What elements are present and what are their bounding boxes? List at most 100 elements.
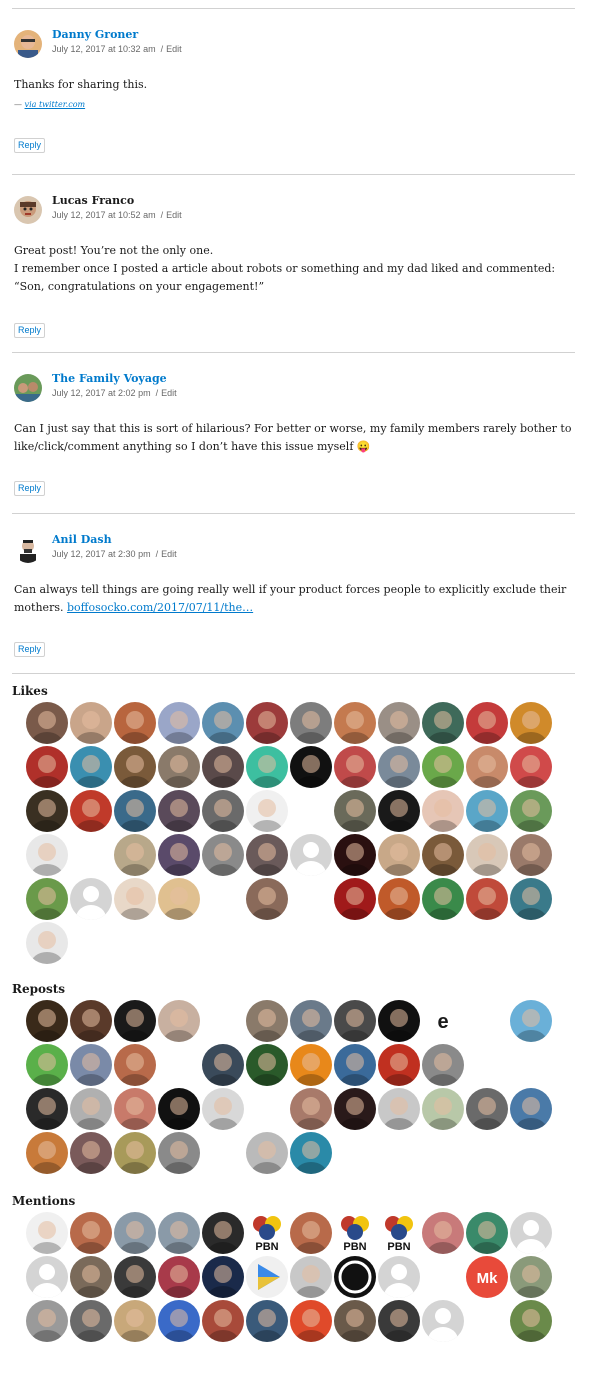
facepile-avatar[interactable] — [158, 1132, 200, 1174]
edit-link[interactable]: Edit — [166, 44, 182, 54]
facepile-avatar[interactable] — [158, 790, 200, 832]
facepile-avatar[interactable]: Mk — [466, 1256, 508, 1298]
facepile-avatar[interactable] — [70, 878, 112, 920]
facepile-avatar[interactable] — [158, 1300, 200, 1342]
facepile-avatar[interactable] — [246, 1300, 288, 1342]
facepile-avatar[interactable] — [114, 702, 156, 744]
facepile-avatar[interactable] — [202, 702, 244, 744]
edit-link[interactable]: Edit — [161, 549, 177, 559]
facepile-avatar[interactable]: e — [422, 1000, 464, 1042]
facepile-avatar[interactable] — [466, 1212, 508, 1254]
facepile-avatar[interactable] — [290, 1088, 332, 1130]
comment-date[interactable]: July 12, 2017 at 10:32 am — [52, 44, 156, 54]
facepile-avatar[interactable] — [378, 1300, 420, 1342]
facepile-avatar[interactable] — [26, 1300, 68, 1342]
facepile-avatar[interactable] — [334, 878, 376, 920]
facepile-avatar[interactable] — [510, 834, 552, 876]
facepile-avatar[interactable] — [378, 1044, 420, 1086]
facepile-avatar[interactable] — [26, 790, 68, 832]
reply-button[interactable]: Reply — [14, 642, 46, 657]
facepile-avatar[interactable] — [202, 1212, 244, 1254]
avatar[interactable] — [14, 196, 42, 224]
facepile-avatar[interactable] — [26, 1256, 68, 1298]
facepile-avatar[interactable] — [26, 1044, 68, 1086]
facepile-avatar[interactable] — [114, 1088, 156, 1130]
avatar[interactable] — [14, 30, 42, 58]
facepile-avatar[interactable] — [70, 746, 112, 788]
facepile-avatar[interactable] — [378, 1256, 420, 1298]
facepile-avatar[interactable] — [466, 702, 508, 744]
facepile-avatar[interactable] — [158, 702, 200, 744]
facepile-avatar[interactable] — [334, 702, 376, 744]
facepile-avatar[interactable] — [246, 746, 288, 788]
facepile-avatar[interactable] — [246, 790, 288, 832]
facepile-avatar[interactable] — [202, 1256, 244, 1298]
reply-button[interactable]: Reply — [14, 481, 46, 496]
facepile-avatar[interactable] — [466, 834, 508, 876]
facepile-avatar[interactable] — [26, 834, 68, 876]
facepile-avatar[interactable] — [510, 1300, 552, 1342]
facepile-avatar[interactable] — [246, 834, 288, 876]
facepile-avatar[interactable] — [378, 790, 420, 832]
facepile-avatar[interactable] — [378, 1000, 420, 1042]
facepile-avatar[interactable] — [510, 1000, 552, 1042]
facepile-avatar[interactable] — [70, 1212, 112, 1254]
comment-date[interactable]: July 12, 2017 at 10:52 am — [52, 210, 156, 220]
facepile-avatar[interactable] — [26, 1088, 68, 1130]
facepile-avatar[interactable] — [466, 790, 508, 832]
facepile-avatar[interactable] — [202, 1088, 244, 1130]
facepile-avatar[interactable] — [202, 790, 244, 832]
facepile-avatar[interactable] — [114, 790, 156, 832]
facepile-avatar[interactable] — [466, 746, 508, 788]
comment-author-link[interactable]: Anil Dash — [52, 533, 112, 546]
facepile-avatar[interactable] — [114, 1000, 156, 1042]
facepile-avatar[interactable] — [158, 1000, 200, 1042]
facepile-avatar[interactable] — [422, 702, 464, 744]
comment-date[interactable]: July 12, 2017 at 2:30 pm — [52, 549, 151, 559]
facepile-avatar[interactable] — [422, 1212, 464, 1254]
facepile-avatar[interactable] — [246, 1044, 288, 1086]
facepile-avatar[interactable] — [378, 1088, 420, 1130]
facepile-avatar[interactable] — [158, 1212, 200, 1254]
facepile-avatar[interactable] — [114, 1256, 156, 1298]
facepile-avatar[interactable] — [334, 1256, 376, 1298]
facepile-avatar[interactable] — [114, 1212, 156, 1254]
facepile-avatar[interactable] — [70, 1088, 112, 1130]
comment-date[interactable]: July 12, 2017 at 2:02 pm — [52, 388, 151, 398]
facepile-avatar[interactable] — [26, 1212, 68, 1254]
facepile-avatar[interactable] — [422, 790, 464, 832]
facepile-avatar[interactable] — [70, 1000, 112, 1042]
facepile-avatar[interactable] — [422, 746, 464, 788]
facepile-avatar[interactable] — [334, 1300, 376, 1342]
facepile-avatar[interactable] — [70, 702, 112, 744]
facepile-avatar[interactable] — [26, 746, 68, 788]
facepile-avatar[interactable] — [202, 1044, 244, 1086]
facepile-avatar[interactable] — [114, 1132, 156, 1174]
facepile-avatar[interactable] — [422, 1088, 464, 1130]
comment-author-link[interactable]: Danny Groner — [52, 28, 138, 41]
facepile-avatar[interactable] — [246, 702, 288, 744]
via-link[interactable]: via twitter.com — [25, 100, 86, 109]
facepile-avatar[interactable] — [158, 878, 200, 920]
facepile-avatar[interactable] — [158, 1256, 200, 1298]
facepile-avatar[interactable] — [290, 1132, 332, 1174]
reply-button[interactable]: Reply — [14, 138, 46, 153]
edit-link[interactable]: Edit — [166, 210, 182, 220]
facepile-avatar[interactable] — [114, 746, 156, 788]
facepile-avatar[interactable] — [510, 1212, 552, 1254]
edit-link[interactable]: Edit — [161, 388, 177, 398]
facepile-avatar[interactable] — [466, 1088, 508, 1130]
facepile-avatar[interactable] — [70, 1300, 112, 1342]
facepile-avatar[interactable] — [510, 1088, 552, 1130]
facepile-avatar[interactable] — [290, 834, 332, 876]
facepile-avatar[interactable] — [70, 1044, 112, 1086]
avatar[interactable] — [14, 374, 42, 402]
facepile-avatar[interactable] — [290, 746, 332, 788]
facepile-avatar[interactable] — [26, 878, 68, 920]
facepile-avatar[interactable] — [202, 834, 244, 876]
facepile-avatar[interactable] — [158, 746, 200, 788]
facepile-avatar[interactable] — [26, 922, 68, 964]
facepile-avatar[interactable] — [290, 1300, 332, 1342]
facepile-avatar[interactable] — [510, 790, 552, 832]
facepile-avatar[interactable] — [290, 1212, 332, 1254]
